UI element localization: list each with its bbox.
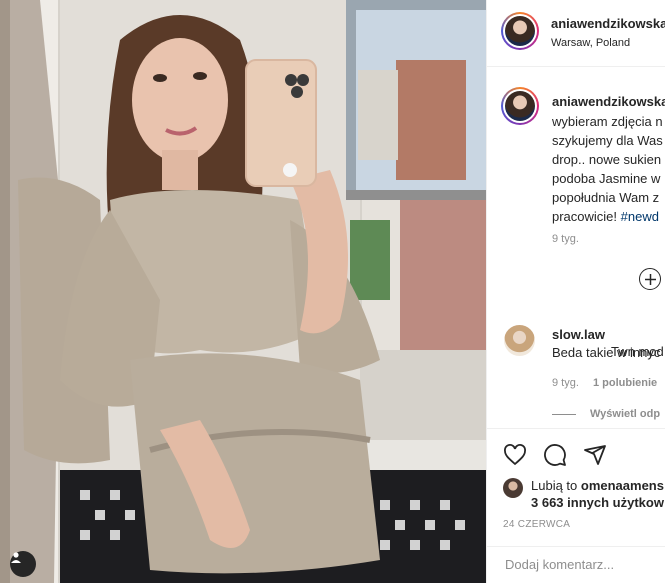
caption-time[interactable]: 9 tyg. <box>552 233 579 245</box>
comment-time[interactable]: 9 tyg. <box>552 377 579 389</box>
photo-illustration <box>0 0 486 583</box>
view-replies-label: Wyświetl odp <box>590 408 661 420</box>
caption-line: wybieram zdjęcia n <box>552 114 663 129</box>
comment-icon[interactable] <box>543 443 567 467</box>
post-photo[interactable] <box>0 0 486 583</box>
comment-likes[interactable]: 1 polubienie <box>593 377 657 389</box>
commenter-avatar[interactable] <box>504 325 535 356</box>
caption-line: drop.. nowe sukien <box>552 152 662 167</box>
user-tag-icon <box>11 552 21 563</box>
post-sidebar: aniawendzikowska Warsaw, Poland aniawend… <box>486 0 665 583</box>
action-bar <box>487 428 665 479</box>
caption-line-text: pracowicie! <box>552 209 618 224</box>
comment-username[interactable]: slow.law <box>552 327 605 342</box>
paper-plane-icon[interactable] <box>583 443 607 467</box>
view-replies-button[interactable]: Wyświetl odp <box>552 408 661 420</box>
comment-text-line2: Beda takie w innyc <box>552 345 661 360</box>
liker-avatar[interactable] <box>503 478 523 498</box>
caption-hashtag[interactable]: #newd <box>621 209 659 224</box>
likes-line: Lubią to omenaamens <box>531 478 664 493</box>
load-more-comments-button[interactable] <box>639 268 661 290</box>
post-header: aniawendzikowska Warsaw, Poland <box>487 0 665 67</box>
liker-username[interactable]: omenaamens <box>581 478 664 493</box>
caption-text: wybieram zdjęcia n szykujemy dla Was dro… <box>552 112 665 226</box>
likes-others[interactable]: 3 663 innych użytkow <box>531 495 664 510</box>
caption-line: podoba Jasmine w <box>552 171 661 186</box>
plus-circle-icon <box>644 273 656 285</box>
heart-icon[interactable] <box>503 443 527 467</box>
user-tag-button[interactable] <box>10 551 36 577</box>
caption-line: popołudnia Wam z <box>552 190 660 205</box>
author-username[interactable]: aniawendzikowska <box>551 16 665 31</box>
add-comment-bar <box>487 546 665 583</box>
post-date[interactable]: 24 CZERWCA <box>503 519 570 530</box>
comment-input[interactable] <box>503 556 657 573</box>
caption-username[interactable]: aniawendzikowska <box>552 94 665 109</box>
caption-line: szykujemy dla Was <box>552 133 663 148</box>
author-avatar[interactable] <box>501 12 539 50</box>
replies-divider <box>552 413 576 415</box>
post-location[interactable]: Warsaw, Poland <box>551 37 630 49</box>
likes-prefix: Lubią to <box>531 478 578 493</box>
caption-avatar[interactable] <box>501 87 539 125</box>
caption-line: pracowicie! #newd <box>552 207 665 226</box>
